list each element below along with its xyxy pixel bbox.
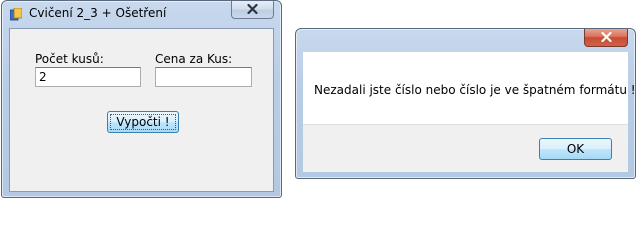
pieces-input[interactable]: 2 — [35, 67, 141, 87]
main-title-bar[interactable]: Cvičení 2_3 + Ošetření — [2, 1, 281, 25]
app-icon — [9, 7, 23, 21]
pieces-label: Počet kusů: — [35, 52, 104, 66]
message-close-button[interactable] — [584, 29, 628, 47]
message-body: Nezadali jste číslo nebo číslo je ve špa… — [303, 52, 636, 124]
ok-button-label: OK — [566, 142, 585, 156]
main-window-title: Cvičení 2_3 + Ošetření — [29, 6, 167, 20]
close-icon — [247, 3, 258, 17]
price-label: Cena za Kus: — [155, 52, 233, 66]
message-box: Nezadali jste číslo nebo číslo je ve špa… — [295, 28, 636, 179]
close-icon — [600, 31, 612, 45]
main-window: Cvičení 2_3 + Ošetření Počet kusů: 2 Cen… — [1, 0, 282, 198]
main-client-area: Počet kusů: 2 Cena za Kus: Vypočti ! — [9, 28, 274, 192]
message-footer: OK — [303, 124, 628, 172]
ok-button[interactable]: OK — [539, 138, 612, 160]
focus-ring — [110, 114, 176, 130]
price-input[interactable] — [155, 67, 252, 87]
main-close-button[interactable] — [231, 1, 274, 19]
calculate-button[interactable]: Vypočti ! — [107, 111, 179, 133]
message-title-bar[interactable] — [296, 29, 635, 53]
message-text: Nezadali jste číslo nebo číslo je ve špa… — [314, 83, 636, 97]
